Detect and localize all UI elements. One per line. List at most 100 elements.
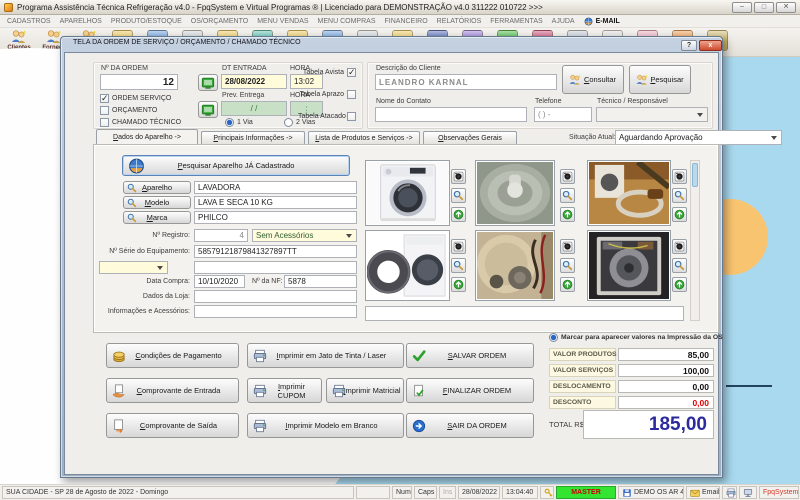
tab-principais-informacoes[interactable]: Principais Informações ->	[201, 131, 305, 144]
imprimir-cupom-button[interactable]: Imprimir CUPOM	[247, 378, 322, 403]
status-demo: DEMO OS AR 4.0	[618, 486, 684, 499]
valor-produtos-value[interactable]: 85,00	[618, 348, 714, 361]
serie-input[interactable]: 58579121879841327897TT	[194, 245, 357, 258]
maximize-button[interactable]: □	[754, 2, 774, 13]
data-compra-input[interactable]: 10/10/2020	[194, 275, 245, 288]
menu-financeiro[interactable]: FINANCEIRO	[385, 18, 428, 25]
checkbox-orcamento[interactable]: ORÇAMENTO	[100, 106, 157, 115]
photo6-capture-button[interactable]	[672, 239, 687, 254]
service-order-dialog: TELA DA ORDEM DE SERVIÇO / ORÇAMENTO / C…	[60, 36, 723, 478]
marca-input[interactable]: PHILCO	[194, 211, 357, 224]
imprimir-branco-button[interactable]: Imprimir Modelo em Branco	[247, 413, 404, 438]
extra-select[interactable]	[99, 261, 168, 274]
consultar-button[interactable]: Consultar	[562, 65, 624, 94]
photo6-zoom-button[interactable]	[672, 258, 687, 273]
modelo-input[interactable]: LAVA E SECA 10 KG	[194, 196, 357, 209]
comprovante-saida-button[interactable]: Comprovante de Saída	[106, 413, 239, 438]
scrollbar-thumb[interactable]	[692, 163, 698, 187]
client-name-input[interactable]: LEANDRO KARNAL	[375, 74, 557, 90]
checkbox-ordem-servico[interactable]: ORDEM SERVIÇO	[100, 94, 171, 103]
entry-date-picker-button[interactable]	[198, 74, 218, 91]
order-number-input[interactable]: 12	[100, 74, 178, 90]
photo4-zoom-button[interactable]	[451, 258, 466, 273]
desconto-value[interactable]: 0,00	[618, 396, 714, 409]
menu-relatorios[interactable]: RELATÓRIOS	[437, 18, 482, 25]
marca-search-button[interactable]: Marca	[123, 211, 191, 224]
nf-input[interactable]: 5878	[284, 275, 357, 288]
finalizar-ordem-button[interactable]: FINALIZAR ORDEM	[406, 378, 534, 403]
menu-ajuda[interactable]: AJUDA	[552, 18, 575, 25]
imprimir-matricial-button[interactable]: Imprimir Matricial	[326, 378, 404, 403]
acessorios-select[interactable]: Sem Acessórios	[252, 229, 357, 242]
photo3-capture-button[interactable]	[672, 169, 687, 184]
photo6-upload-button[interactable]	[672, 277, 687, 292]
aparelho-input[interactable]: LAVADORA	[194, 181, 357, 194]
status-brand: FpqSystem	[759, 486, 799, 499]
status-computer	[739, 486, 757, 499]
photo4-upload-button[interactable]	[451, 277, 466, 292]
photo1-capture-button[interactable]	[451, 169, 466, 184]
delivery-date-input[interactable]: / /	[221, 101, 287, 116]
photo5-upload-button[interactable]	[560, 277, 575, 292]
condicoes-pagamento-button[interactable]: Condições de Pagamento	[106, 343, 239, 368]
status-printer-button[interactable]	[722, 486, 737, 499]
menu-cadastros[interactable]: CADASTROS	[7, 18, 51, 25]
photo2-zoom-button[interactable]	[560, 188, 575, 203]
dialog-close-button[interactable]: x	[699, 40, 722, 51]
menu-ferramentas[interactable]: FERRAMENTAS	[490, 18, 542, 25]
info-acessorios-input[interactable]	[194, 305, 357, 318]
hand-document-icon	[112, 384, 126, 398]
delivery-date-picker-button[interactable]	[198, 101, 218, 118]
radio-1-via[interactable]: 1 Via	[225, 118, 253, 127]
checkbox-tabela-aprazo[interactable]: Tabela Aprazo	[298, 90, 356, 99]
photo2-upload-button[interactable]	[560, 207, 575, 222]
checkbox-tabela-avista[interactable]: Tabela Avista	[298, 68, 356, 77]
valor-servicos-value[interactable]: 100,00	[618, 364, 714, 377]
checkbox-tabela-atacado[interactable]: Tabela Atacado	[298, 112, 356, 121]
photo4-capture-button[interactable]	[451, 239, 466, 254]
menu-os-orcamento[interactable]: OS/ORÇAMENTO	[191, 18, 248, 25]
comprovante-entrada-button[interactable]: Comprovante de Entrada	[106, 378, 239, 403]
upload-icon	[453, 209, 464, 220]
photo-caption-input[interactable]	[365, 306, 684, 321]
photo3-upload-button[interactable]	[672, 207, 687, 222]
tab-dados-aparelho[interactable]: Dados do Aparelho ->	[96, 129, 198, 144]
menu-vendas[interactable]: MENU VENDAS	[257, 18, 308, 25]
photos-scrollbar[interactable]	[690, 160, 700, 321]
aparelho-search-button[interactable]: Aparelho	[123, 181, 191, 194]
contact-name-input[interactable]	[375, 107, 527, 122]
pesquisar-aparelho-button[interactable]: Pesquisar Aparelho JÁ Cadastrado	[122, 155, 350, 176]
modelo-search-button[interactable]: Modelo	[123, 196, 191, 209]
menu-email[interactable]: E-MAIL	[584, 17, 620, 26]
deslocamento-value[interactable]: 0,00	[618, 380, 714, 393]
checkbox-chamado-tecnico[interactable]: CHAMADO TÉCNICO	[100, 118, 181, 127]
sair-ordem-button[interactable]: SAIR DA ORDEM	[406, 413, 534, 438]
menu-compras[interactable]: MENU COMPRAS	[318, 18, 376, 25]
tab-observacoes-gerais[interactable]: Observações Gerais	[423, 131, 517, 144]
radio-marcar-valores[interactable]: Marcar para aparecer valores na Impressã…	[549, 333, 723, 342]
menu-produto-estoque[interactable]: PRODUTO/ESTOQUE	[111, 18, 182, 25]
minimize-button[interactable]: –	[732, 2, 752, 13]
registro-input[interactable]: 4	[194, 229, 248, 242]
salvar-ordem-button[interactable]: SALVAR ORDEM	[406, 343, 534, 368]
photo5-capture-button[interactable]	[560, 239, 575, 254]
menu-aparelhos[interactable]: APARELHOS	[60, 18, 102, 25]
entry-date-input[interactable]: 28/08/2022	[221, 74, 287, 89]
situacao-select[interactable]: Aguardando Aprovação	[615, 130, 782, 145]
loja-input[interactable]	[194, 290, 357, 303]
tab-lista-produtos-servicos[interactable]: Lista de Produtos e Serviços ->	[308, 131, 420, 144]
photo1-upload-button[interactable]	[451, 207, 466, 222]
technician-select[interactable]	[596, 107, 708, 122]
photo5-zoom-button[interactable]	[560, 258, 575, 273]
photo3-zoom-button[interactable]	[672, 188, 687, 203]
extra-input[interactable]	[194, 261, 357, 274]
pesquisar-cliente-button[interactable]: Pesquisar	[629, 65, 691, 94]
phone-input[interactable]: ( ) -	[534, 107, 592, 122]
status-email-button[interactable]: Email	[686, 486, 720, 499]
dialog-help-button[interactable]: ?	[681, 40, 697, 51]
photo1-zoom-button[interactable]	[451, 188, 466, 203]
phone-label: Telefone	[535, 98, 561, 105]
imprimir-jato-button[interactable]: Imprimir em Jato de Tinta / Laser	[247, 343, 404, 368]
close-button[interactable]: ✕	[776, 2, 796, 13]
photo2-capture-button[interactable]	[560, 169, 575, 184]
